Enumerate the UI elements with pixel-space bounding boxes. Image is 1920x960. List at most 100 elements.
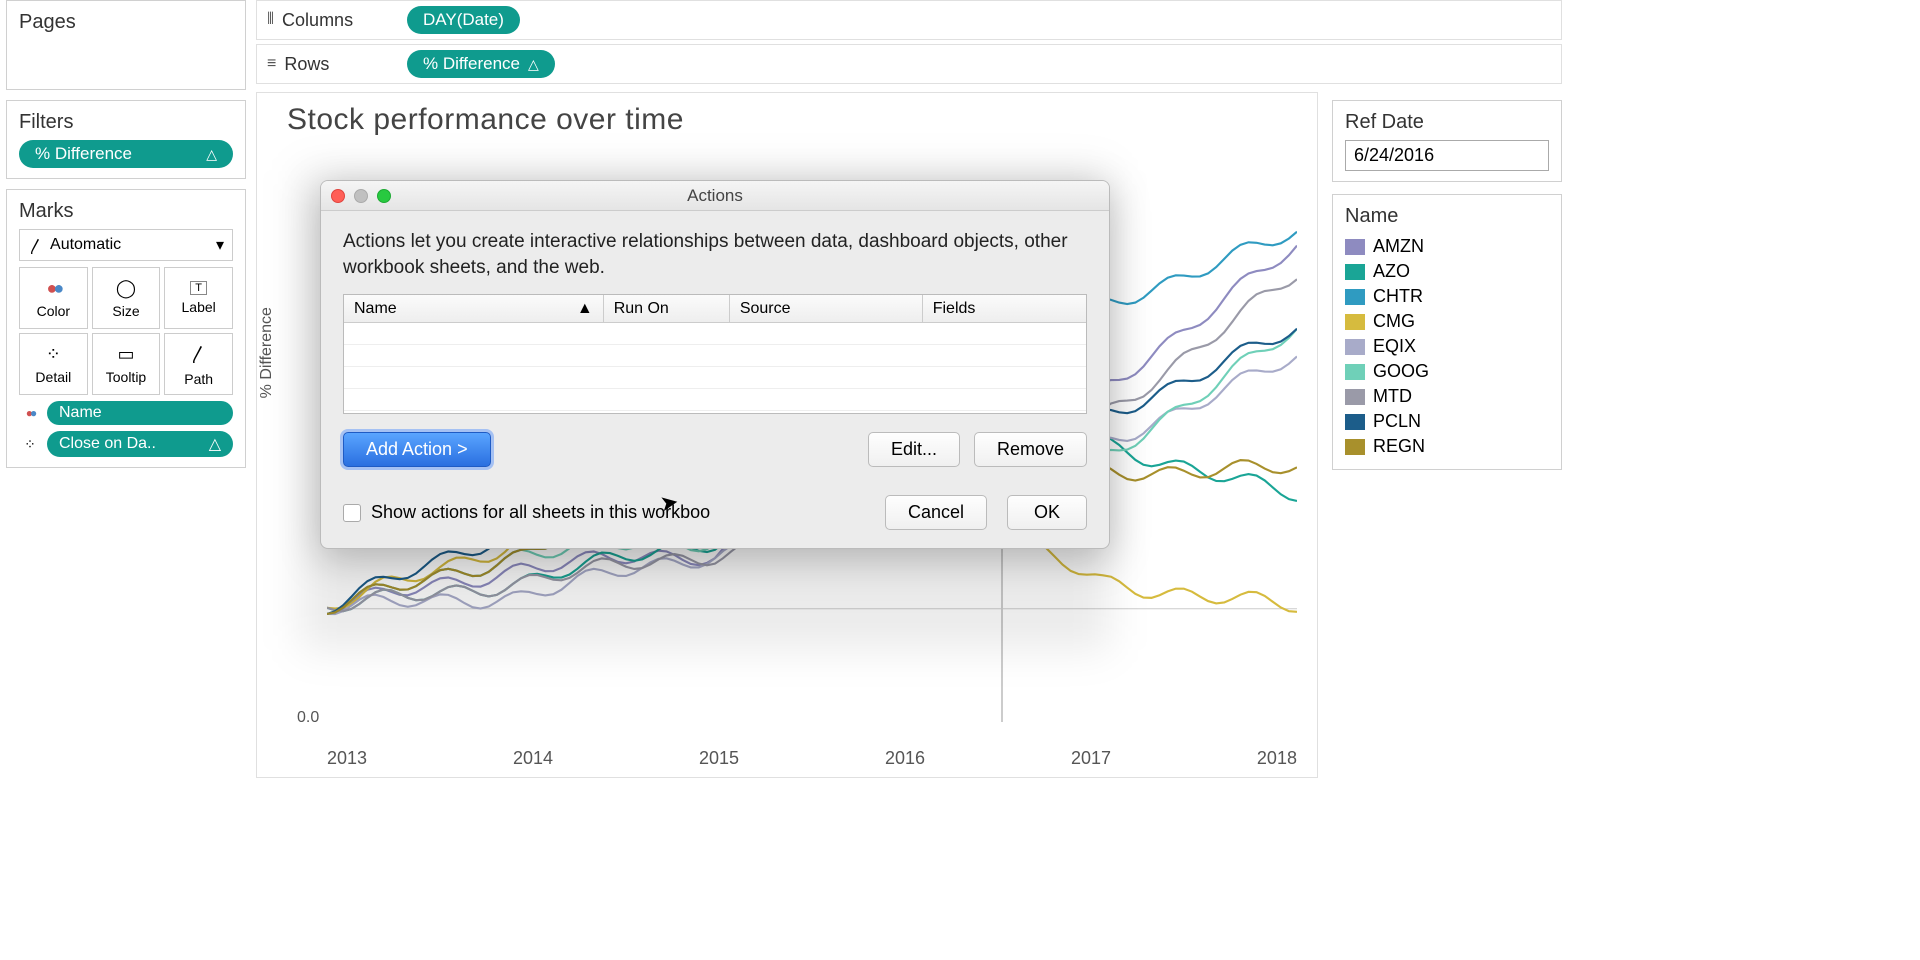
legend-item[interactable]: REGN [1345,434,1549,459]
legend-swatch [1345,339,1365,355]
columns-pill-day-date[interactable]: DAY(Date) [407,6,520,34]
columns-icon: ⦀ [267,11,274,29]
detail-icon: ⁘ [46,344,61,365]
ref-date-card: Ref Date [1332,100,1562,182]
legend-label: AMZN [1373,236,1424,257]
col-source[interactable]: Source [730,295,923,322]
legend-label: PCLN [1373,411,1421,432]
legend-label: GOOG [1373,361,1429,382]
table-row [344,389,1086,411]
pages-shelf[interactable]: Pages [6,0,246,90]
legend-item[interactable]: GOOG [1345,359,1549,384]
marks-title: Marks [19,200,233,223]
add-action-button[interactable]: Add Action > [343,432,491,467]
mark-pill-close-on-date[interactable]: Close on Da..△ [47,431,233,457]
table-calc-icon: △ [206,146,217,163]
mark-type-dropdown[interactable]: 〳Automatic ▾ [19,229,233,261]
legend-label: REGN [1373,436,1425,457]
legend-label: MTD [1373,386,1412,407]
sort-asc-icon: ▲ [577,300,593,318]
legend-swatch [1345,314,1365,330]
rows-icon: ≡ [267,55,276,73]
table-calc-icon: △ [528,56,539,73]
viz-title[interactable]: Stock performance over time [287,103,1297,137]
actions-table[interactable]: Name▲ Run On Source Fields [343,294,1087,414]
label-icon: T [190,281,207,295]
legend-label: AZO [1373,261,1410,282]
path-icon: 〳 [190,341,208,367]
y-axis-label: % Difference [258,307,276,398]
col-fields[interactable]: Fields [923,295,1086,322]
table-row [344,345,1086,367]
dialog-title: Actions [321,186,1109,206]
x-axis-tick: 2014 [513,748,553,769]
marks-card: Marks 〳Automatic ▾ ●●Color ◯Size TLabel … [6,189,246,468]
minimize-window-icon[interactable] [354,189,368,203]
y-axis-tick: 0.0 [297,709,319,727]
color-legend[interactable]: Name AMZN AZO CHTR CMG EQIX GOOG MTD PCLN REGN [1332,194,1562,470]
mark-detail-button[interactable]: ⁘Detail [19,333,88,395]
legend-title: Name [1345,205,1549,228]
col-run-on[interactable]: Run On [604,295,730,322]
columns-shelf[interactable]: ⦀ Columns DAY(Date) [256,0,1562,40]
columns-label: Columns [282,10,353,31]
legend-swatch [1345,439,1365,455]
table-row [344,323,1086,345]
x-axis-ticks: 201320142015201620172018 [327,748,1297,769]
mark-size-button[interactable]: ◯Size [92,267,161,329]
rows-shelf[interactable]: ≡ Rows % Difference△ [256,44,1562,84]
filters-title: Filters [19,111,233,134]
x-axis-tick: 2015 [699,748,739,769]
legend-item[interactable]: CHTR [1345,284,1549,309]
ok-button[interactable]: OK [1007,495,1087,530]
show-all-sheets-checkbox[interactable] [343,504,361,522]
x-axis-tick: 2017 [1071,748,1111,769]
legend-label: CHTR [1373,286,1423,307]
ref-date-input[interactable] [1345,140,1549,171]
line-icon: 〳 [28,233,44,257]
actions-dialog: Actions Actions let you create interacti… [320,180,1110,549]
cancel-button[interactable]: Cancel [885,495,987,530]
remove-button[interactable]: Remove [974,432,1087,467]
pages-title: Pages [19,11,233,34]
chevron-down-icon: ▾ [216,235,224,255]
close-window-icon[interactable] [331,189,345,203]
detail-icon: ⁘ [19,436,41,453]
legend-label: EQIX [1373,336,1416,357]
col-name[interactable]: Name▲ [344,295,604,322]
show-all-sheets-label: Show actions for all sheets in this work… [371,502,710,523]
legend-swatch [1345,264,1365,280]
x-axis-tick: 2016 [885,748,925,769]
dialog-description: Actions let you create interactive relat… [343,229,1087,280]
legend-swatch [1345,289,1365,305]
filter-pill-pct-difference[interactable]: % Difference△ [19,140,233,168]
legend-swatch [1345,239,1365,255]
edit-button[interactable]: Edit... [868,432,960,467]
legend-item[interactable]: PCLN [1345,409,1549,434]
legend-item[interactable]: AMZN [1345,234,1549,259]
rows-label: Rows [284,54,329,75]
mark-color-button[interactable]: ●●Color [19,267,88,329]
mark-label-button[interactable]: TLabel [164,267,233,329]
legend-swatch [1345,414,1365,430]
color-icon: ●● [19,406,41,420]
zoom-window-icon[interactable] [377,189,391,203]
legend-label: CMG [1373,311,1415,332]
filters-shelf[interactable]: Filters % Difference△ [6,100,246,179]
mark-tooltip-button[interactable]: ▭Tooltip [92,333,161,395]
ref-date-label: Ref Date [1345,111,1549,134]
x-axis-tick: 2018 [1257,748,1297,769]
legend-item[interactable]: MTD [1345,384,1549,409]
rows-pill-pct-difference[interactable]: % Difference△ [407,50,555,78]
dialog-titlebar[interactable]: Actions [321,181,1109,211]
legend-item[interactable]: CMG [1345,309,1549,334]
tooltip-icon: ▭ [117,344,134,365]
size-icon: ◯ [116,278,136,299]
mark-pill-name[interactable]: Name [47,401,233,425]
table-row [344,367,1086,389]
color-icon: ●● [46,278,60,299]
table-calc-icon: △ [209,434,221,454]
mark-path-button[interactable]: 〳Path [164,333,233,395]
legend-item[interactable]: EQIX [1345,334,1549,359]
legend-item[interactable]: AZO [1345,259,1549,284]
